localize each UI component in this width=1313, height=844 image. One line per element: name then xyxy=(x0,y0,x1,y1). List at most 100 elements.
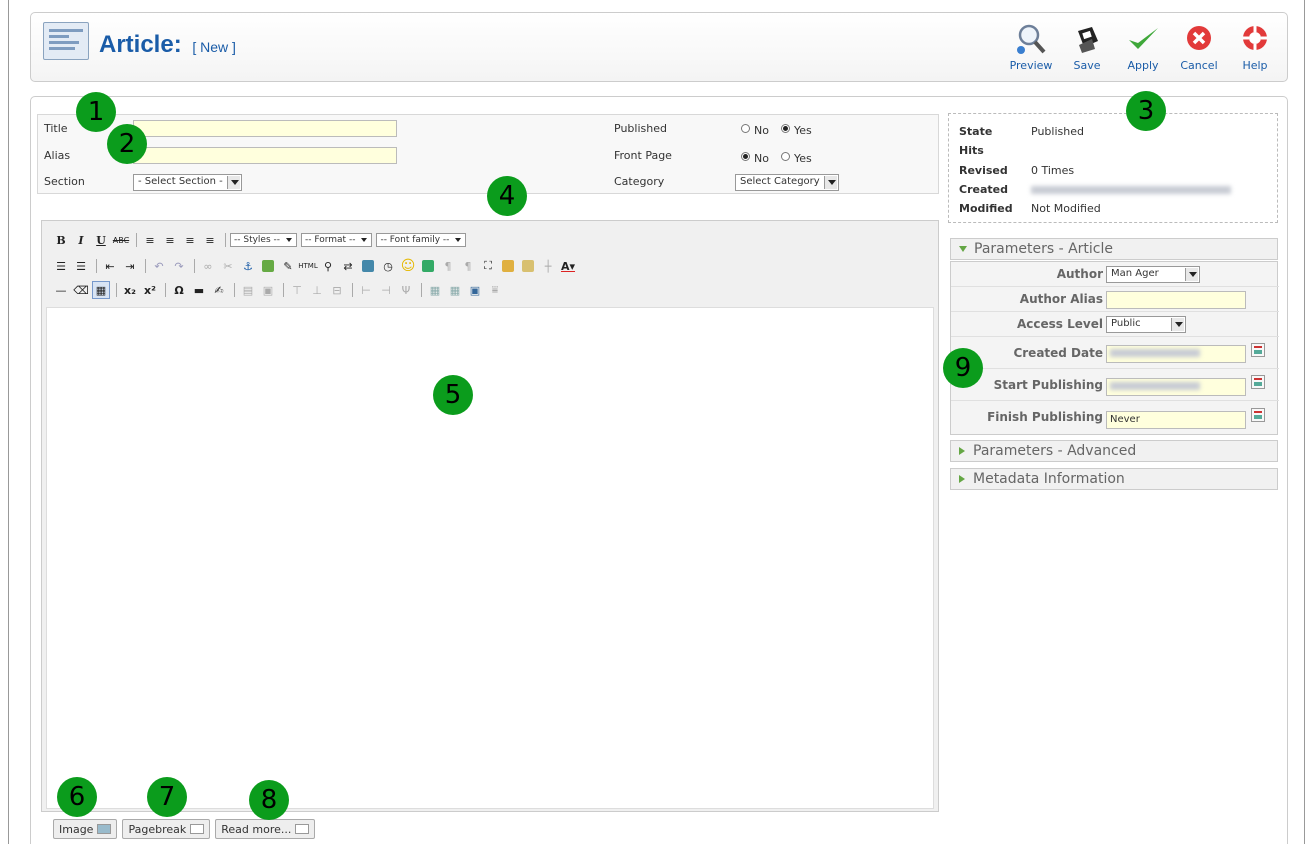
layer-move-icon[interactable] xyxy=(519,257,537,275)
undo-icon[interactable]: ↶ xyxy=(150,257,168,275)
layer-icon[interactable] xyxy=(499,257,517,275)
spellcheck-icon[interactable]: ⩸ xyxy=(486,281,504,299)
redo-icon[interactable]: ↷ xyxy=(170,257,188,275)
subscript-icon[interactable]: x₂ xyxy=(121,281,139,299)
row-before-icon[interactable]: ⊤ xyxy=(288,281,306,299)
date-icon[interactable] xyxy=(359,257,377,275)
toolbar: Preview Save Apply Cancel Help xyxy=(999,23,1279,72)
article-details: Title Alias Section - Select Section - P… xyxy=(37,114,939,194)
alias-input[interactable] xyxy=(133,147,397,164)
params-article-header[interactable]: Parameters - Article xyxy=(950,238,1278,260)
access-level-select[interactable]: Public xyxy=(1106,316,1186,333)
cell-props-icon[interactable]: ▣ xyxy=(259,281,277,299)
param-created-date-row: Created Date xyxy=(951,337,1279,369)
params-article-panel: Author Man Ager Author Alias Access Leve… xyxy=(950,261,1279,435)
author-alias-input[interactable] xyxy=(1106,291,1246,309)
col-before-icon[interactable]: ⊢ xyxy=(357,281,375,299)
created-date-input[interactable] xyxy=(1106,345,1246,363)
author-select[interactable]: Man Ager xyxy=(1106,266,1200,283)
finish-publishing-label: Finish Publishing xyxy=(987,410,1103,424)
time-icon[interactable]: ◷ xyxy=(379,257,397,275)
editor-toolbar-row-3: — ⌫ ▦ x₂ x² Ω ▬ ✍ ▤ ▣ ⊤ ⊥ ⊟ ⊢ ⊣ Ψ ▦ ▦ ▣ … xyxy=(52,281,506,299)
help-button[interactable]: Help xyxy=(1231,23,1279,72)
anchor-icon[interactable]: ⚓ xyxy=(239,257,257,275)
italic-icon[interactable]: I xyxy=(72,231,90,249)
align-center-icon[interactable]: ≡ xyxy=(161,231,179,249)
section-select[interactable]: - Select Section - xyxy=(133,174,242,191)
image-button-label: Image xyxy=(59,822,94,836)
preview-button[interactable]: Preview xyxy=(1007,23,1055,72)
bold-icon[interactable]: B xyxy=(52,231,70,249)
unlink-icon[interactable]: ✂ xyxy=(219,257,237,275)
special-char-icon[interactable]: Ω xyxy=(170,281,188,299)
outdent-icon[interactable]: ⇤ xyxy=(101,257,119,275)
ltr-icon[interactable]: ¶ xyxy=(439,257,457,275)
calendar-icon[interactable] xyxy=(1251,343,1265,357)
image-icon[interactable] xyxy=(259,257,277,275)
fullscreen-icon[interactable]: ⛶ xyxy=(479,257,497,275)
article-meta: State Published Hits Revised 0 Times Creat… xyxy=(948,113,1278,223)
start-publishing-input[interactable] xyxy=(1106,378,1246,396)
readmore-button[interactable]: Read more... xyxy=(215,819,316,839)
category-select[interactable]: Select Category xyxy=(735,174,839,191)
absolute-icon[interactable]: ┼ xyxy=(539,257,557,275)
indent-icon[interactable]: ⇥ xyxy=(121,257,139,275)
html-icon[interactable]: HTML xyxy=(298,257,317,275)
rtl-icon[interactable]: ¶ xyxy=(459,257,477,275)
page-header: Article: [ New ] Preview Save Apply Canc… xyxy=(30,12,1288,82)
calendar-icon[interactable] xyxy=(1251,408,1265,422)
apply-button[interactable]: Apply xyxy=(1119,23,1167,72)
created-value-blurred xyxy=(1031,186,1231,194)
revised-label: Revised xyxy=(959,164,1008,177)
frontpage-yes-radio[interactable] xyxy=(780,152,790,161)
align-right-icon[interactable]: ≡ xyxy=(181,231,199,249)
published-no-radio[interactable] xyxy=(741,124,750,133)
params-advanced-header[interactable]: Parameters - Advanced xyxy=(950,440,1278,462)
bullet-list-icon[interactable]: ☰ xyxy=(52,257,70,275)
horizontal-rule-icon[interactable]: — xyxy=(52,281,70,299)
edit-css-icon[interactable]: ✍ xyxy=(210,281,228,299)
media-icon[interactable] xyxy=(419,257,437,275)
strikethrough-icon[interactable]: ABC xyxy=(112,231,130,249)
table-icon[interactable]: ▦ xyxy=(92,281,110,299)
image-button[interactable]: Image xyxy=(53,819,118,839)
title-label: Title xyxy=(44,122,68,135)
finish-publishing-input[interactable]: Never xyxy=(1106,411,1246,429)
underline-icon[interactable]: U xyxy=(92,231,110,249)
insert-hr-icon[interactable]: ▬ xyxy=(190,281,208,299)
font-family-select[interactable]: -- Font family -- xyxy=(376,233,467,247)
row-after-icon[interactable]: ⊥ xyxy=(308,281,326,299)
styles-select[interactable]: -- Styles -- xyxy=(230,233,298,247)
eraser-icon[interactable]: ⌫ xyxy=(72,281,90,299)
link-icon[interactable]: ∞ xyxy=(199,257,217,275)
title-input[interactable] xyxy=(133,120,397,137)
cleanup-icon[interactable]: ✎ xyxy=(279,257,297,275)
callout-badge-5: 5 xyxy=(433,375,473,415)
replace-icon[interactable]: ⇄ xyxy=(339,257,357,275)
metadata-header[interactable]: Metadata Information xyxy=(950,468,1278,490)
published-label: Published xyxy=(614,122,667,135)
cancel-button[interactable]: Cancel xyxy=(1175,23,1223,72)
find-icon[interactable]: ⚲ xyxy=(319,257,337,275)
col-after-icon[interactable]: ⊣ xyxy=(377,281,395,299)
preview-doc-icon[interactable]: ▣ xyxy=(466,281,484,299)
access-level-label: Access Level xyxy=(1017,317,1103,331)
delete-row-icon[interactable]: ⊟ xyxy=(328,281,346,299)
pagebreak-button[interactable]: Pagebreak xyxy=(122,819,211,839)
published-yes-radio[interactable] xyxy=(780,124,790,133)
align-left-icon[interactable]: ≡ xyxy=(141,231,159,249)
split-cells-icon[interactable]: ▦ xyxy=(426,281,444,299)
calendar-icon[interactable] xyxy=(1251,375,1265,389)
superscript-icon[interactable]: x² xyxy=(141,281,159,299)
merge-cells-icon[interactable]: ▦ xyxy=(446,281,464,299)
frontpage-no-radio[interactable] xyxy=(741,152,750,161)
delete-col-icon[interactable]: Ψ xyxy=(397,281,415,299)
emoticon-icon[interactable]: ☺ xyxy=(399,257,417,275)
row-props-icon[interactable]: ▤ xyxy=(239,281,257,299)
editor-text-area[interactable] xyxy=(46,307,934,809)
format-select[interactable]: -- Format -- xyxy=(301,233,373,247)
align-justify-icon[interactable]: ≡ xyxy=(201,231,219,249)
text-color-icon[interactable]: A▾ xyxy=(559,257,577,275)
numbered-list-icon[interactable]: ☰ xyxy=(72,257,90,275)
save-button[interactable]: Save xyxy=(1063,23,1111,72)
